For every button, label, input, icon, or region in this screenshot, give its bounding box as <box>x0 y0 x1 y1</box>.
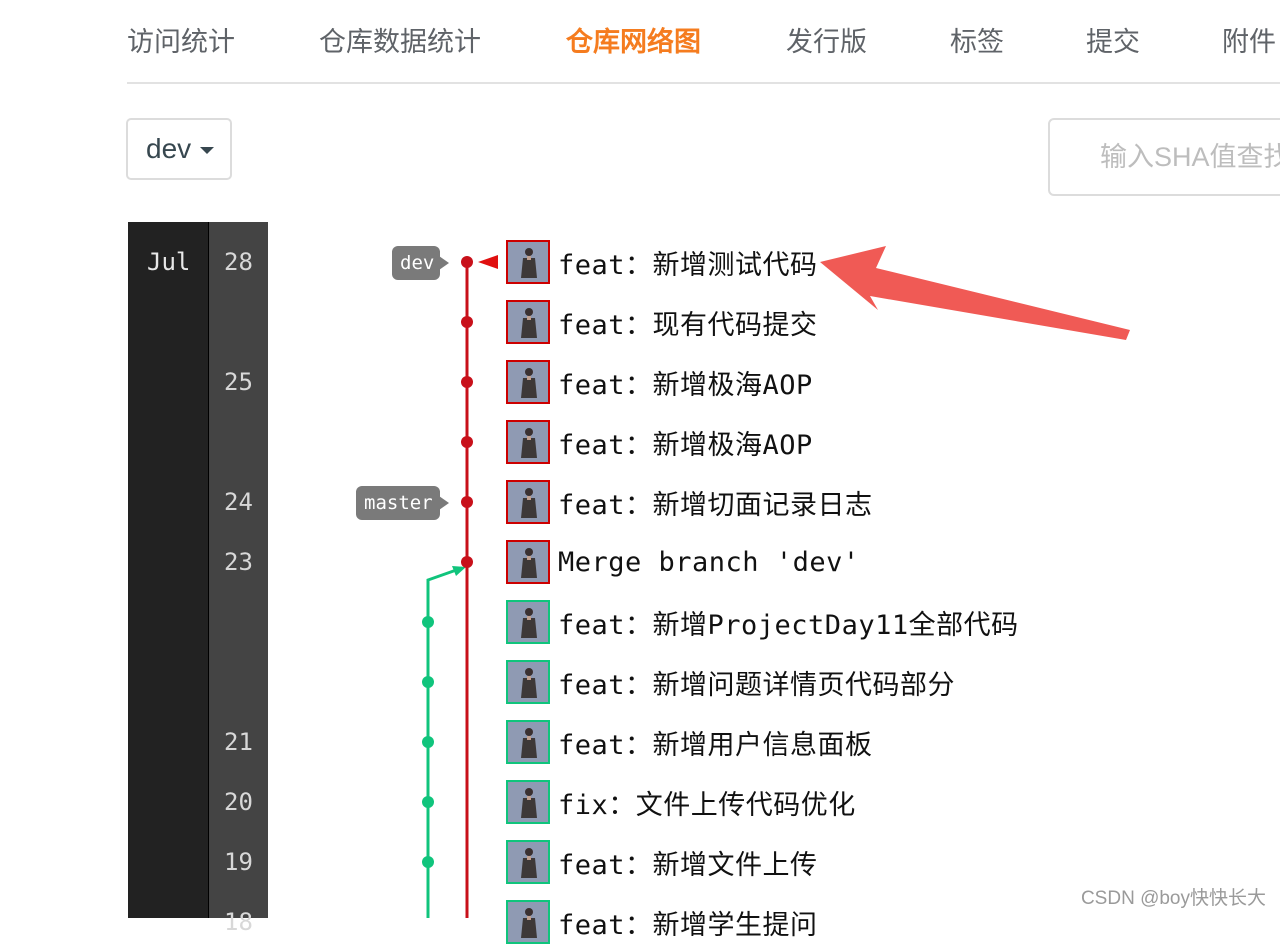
avatar[interactable] <box>506 480 550 524</box>
repo-tabs: 访问统计 仓库数据统计 仓库网络图 发行版 标签 提交 附件 <box>127 0 1280 84</box>
commit-message[interactable]: feat：新增切面记录日志 <box>558 483 873 522</box>
month-label: Jul <box>147 248 191 276</box>
commit-message[interactable]: feat：新增用户信息面板 <box>558 723 873 762</box>
commit-row[interactable]: feat：新增问题详情页代码部分 <box>506 660 955 704</box>
commit-node[interactable] <box>422 616 434 628</box>
branch-select-value: dev <box>146 133 192 164</box>
avatar[interactable] <box>506 840 550 884</box>
commit-nodes <box>422 256 473 868</box>
commit-row[interactable]: feat：新增用户信息面板 <box>506 720 873 764</box>
day-label: 19 <box>224 848 253 876</box>
commit-row[interactable]: feat：新增ProjectDay11全部代码 <box>506 600 1019 644</box>
commit-row[interactable]: feat：新增学生提问 <box>506 900 818 944</box>
commit-node[interactable] <box>422 736 434 748</box>
commit-node[interactable] <box>461 376 473 388</box>
commit-message[interactable]: Merge branch 'dev' <box>558 547 860 578</box>
commit-row[interactable]: Merge branch 'dev' <box>506 540 860 584</box>
tab-repo-network[interactable]: 仓库网络图 <box>566 22 701 62</box>
commit-message[interactable]: feat：新增ProjectDay11全部代码 <box>558 603 1019 642</box>
chevron-down-icon <box>200 146 215 154</box>
commit-message[interactable]: feat：新增文件上传 <box>558 843 818 882</box>
day-label: 28 <box>224 248 253 276</box>
avatar[interactable] <box>506 240 550 284</box>
annotation-arrow-icon <box>820 246 1130 340</box>
ref-label-master[interactable]: master <box>356 486 449 520</box>
commit-node[interactable] <box>461 316 473 328</box>
commit-message[interactable]: feat：新增测试代码 <box>558 243 818 282</box>
commit-message[interactable]: feat：新增极海AOP <box>558 423 813 462</box>
avatar[interactable] <box>506 420 550 464</box>
commit-node[interactable] <box>422 856 434 868</box>
day-label: 21 <box>224 728 253 756</box>
commit-row[interactable]: fix：文件上传代码优化 <box>506 780 856 824</box>
commit-message[interactable]: fix：文件上传代码优化 <box>558 783 856 822</box>
sha-search-input[interactable] <box>1048 118 1280 196</box>
day-label: 23 <box>224 548 253 576</box>
day-label: 20 <box>224 788 253 816</box>
commit-message[interactable]: feat：新增问题详情页代码部分 <box>558 663 955 702</box>
tab-tags[interactable]: 标签 <box>950 22 1004 62</box>
day-label: 25 <box>224 368 253 396</box>
avatar[interactable] <box>506 540 550 584</box>
ref-label-dev[interactable]: dev <box>392 246 449 280</box>
avatar[interactable] <box>506 600 550 644</box>
commit-message[interactable]: feat：新增极海AOP <box>558 363 813 402</box>
avatar[interactable] <box>506 900 550 944</box>
month-column: Jul <box>128 222 209 918</box>
commit-row[interactable]: feat：新增文件上传 <box>506 840 818 884</box>
commit-row[interactable]: feat：新增测试代码 <box>506 240 818 284</box>
avatar[interactable] <box>506 360 550 404</box>
commit-node[interactable] <box>422 676 434 688</box>
avatar[interactable] <box>506 660 550 704</box>
commit-message[interactable]: feat：现有代码提交 <box>558 303 818 342</box>
commit-node[interactable] <box>461 436 473 448</box>
commit-node[interactable] <box>422 796 434 808</box>
commit-row[interactable]: feat：新增极海AOP <box>506 360 813 404</box>
tab-commits[interactable]: 提交 <box>1086 22 1140 62</box>
commit-row[interactable]: feat：新增极海AOP <box>506 420 813 464</box>
commit-node[interactable] <box>461 556 473 568</box>
avatar[interactable] <box>506 720 550 764</box>
merge-arrow-icon <box>452 566 466 576</box>
avatar[interactable] <box>506 300 550 344</box>
head-pointer-icon <box>478 255 498 269</box>
commit-message[interactable]: feat：新增学生提问 <box>558 903 818 942</box>
tab-attachments[interactable]: 附件 <box>1222 22 1276 62</box>
commit-node[interactable] <box>461 256 473 268</box>
day-label: 24 <box>224 488 253 516</box>
tab-releases[interactable]: 发行版 <box>786 22 867 62</box>
branch-select[interactable]: dev <box>126 118 232 180</box>
day-column: 28 25 24 23 21 20 19 18 <box>209 222 268 936</box>
avatar[interactable] <box>506 780 550 824</box>
commit-row[interactable]: feat：现有代码提交 <box>506 300 818 344</box>
commit-row[interactable]: feat：新增切面记录日志 <box>506 480 873 524</box>
tab-visit-stats[interactable]: 访问统计 <box>127 22 235 62</box>
watermark: CSDN @boy快快长大 <box>1080 888 1266 909</box>
day-label: 18 <box>224 908 253 936</box>
tab-repo-data-stats[interactable]: 仓库数据统计 <box>319 22 481 62</box>
commit-node[interactable] <box>461 496 473 508</box>
